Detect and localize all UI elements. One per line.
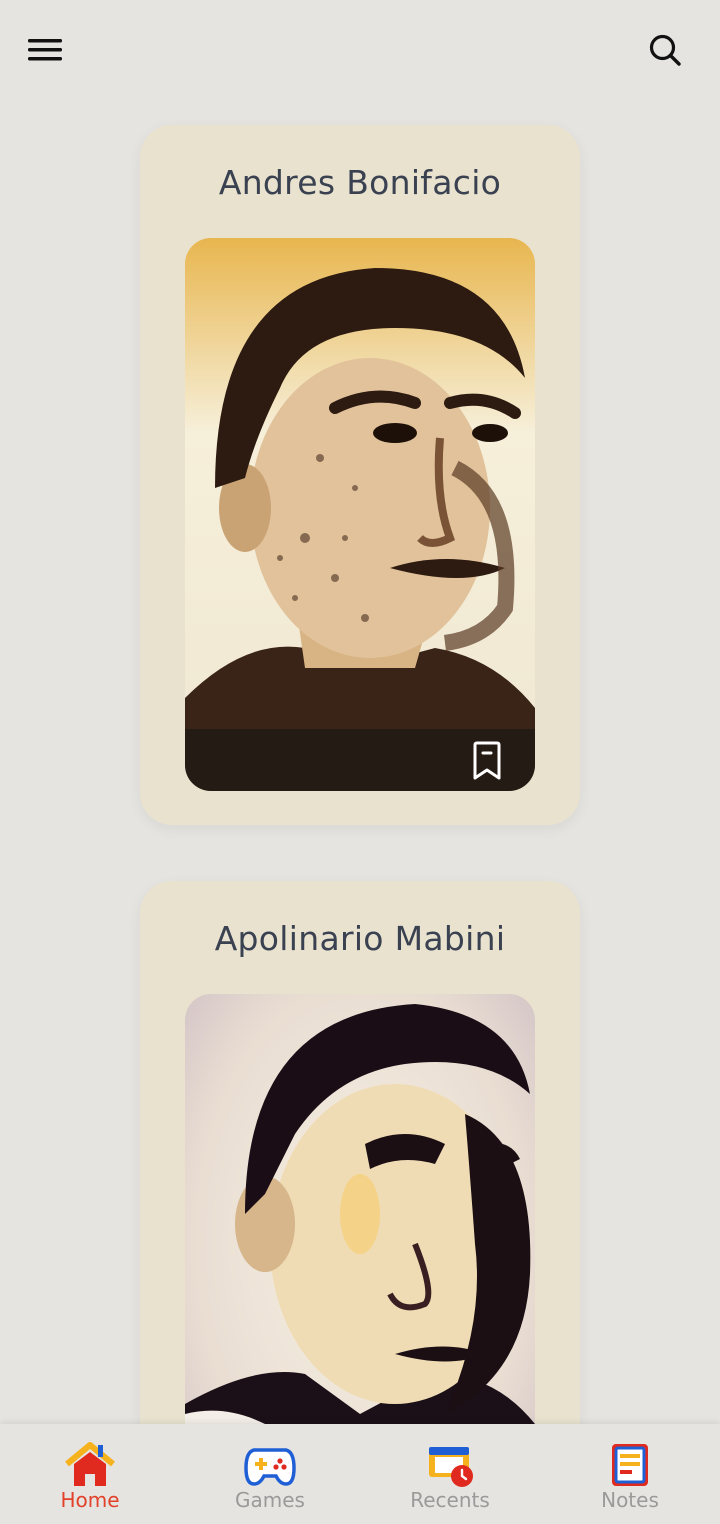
portrait-image [185, 994, 535, 1424]
hero-name: Andres Bonifacio [218, 163, 502, 202]
menu-button[interactable] [22, 30, 68, 70]
portrait-image [185, 238, 535, 791]
hero-card[interactable]: Apolinario Mabini [140, 881, 580, 1424]
top-app-bar [0, 0, 720, 100]
hero-card[interactable]: Andres Bonifacio [140, 125, 580, 825]
nav-games-label: Games [235, 1488, 305, 1512]
bookmark-icon[interactable] [469, 741, 505, 781]
hero-portrait[interactable] [185, 994, 535, 1424]
hamburger-menu-icon [28, 39, 62, 61]
nav-home-label: Home [60, 1488, 120, 1512]
nav-recents[interactable]: Recents [360, 1424, 540, 1524]
search-icon [649, 34, 681, 66]
nav-notes[interactable]: Notes [540, 1424, 720, 1524]
nav-home[interactable]: Home [0, 1424, 180, 1524]
portrait-footer [185, 729, 535, 791]
search-button[interactable] [642, 28, 688, 72]
nav-games[interactable]: Games [180, 1424, 360, 1524]
home-icon [65, 1442, 115, 1486]
recents-icon [429, 1447, 473, 1487]
hero-name: Apolinario Mabini [214, 919, 506, 958]
gamepad-icon [244, 1448, 296, 1486]
nav-notes-label: Notes [601, 1488, 659, 1512]
hero-feed: Andres Bonifacio Apolinario Mabini [0, 100, 720, 1424]
bottom-navigation: Home Games Recents Notes [0, 1424, 720, 1524]
hero-portrait[interactable] [185, 238, 535, 791]
nav-recents-label: Recents [410, 1488, 490, 1512]
notes-icon [612, 1444, 648, 1486]
